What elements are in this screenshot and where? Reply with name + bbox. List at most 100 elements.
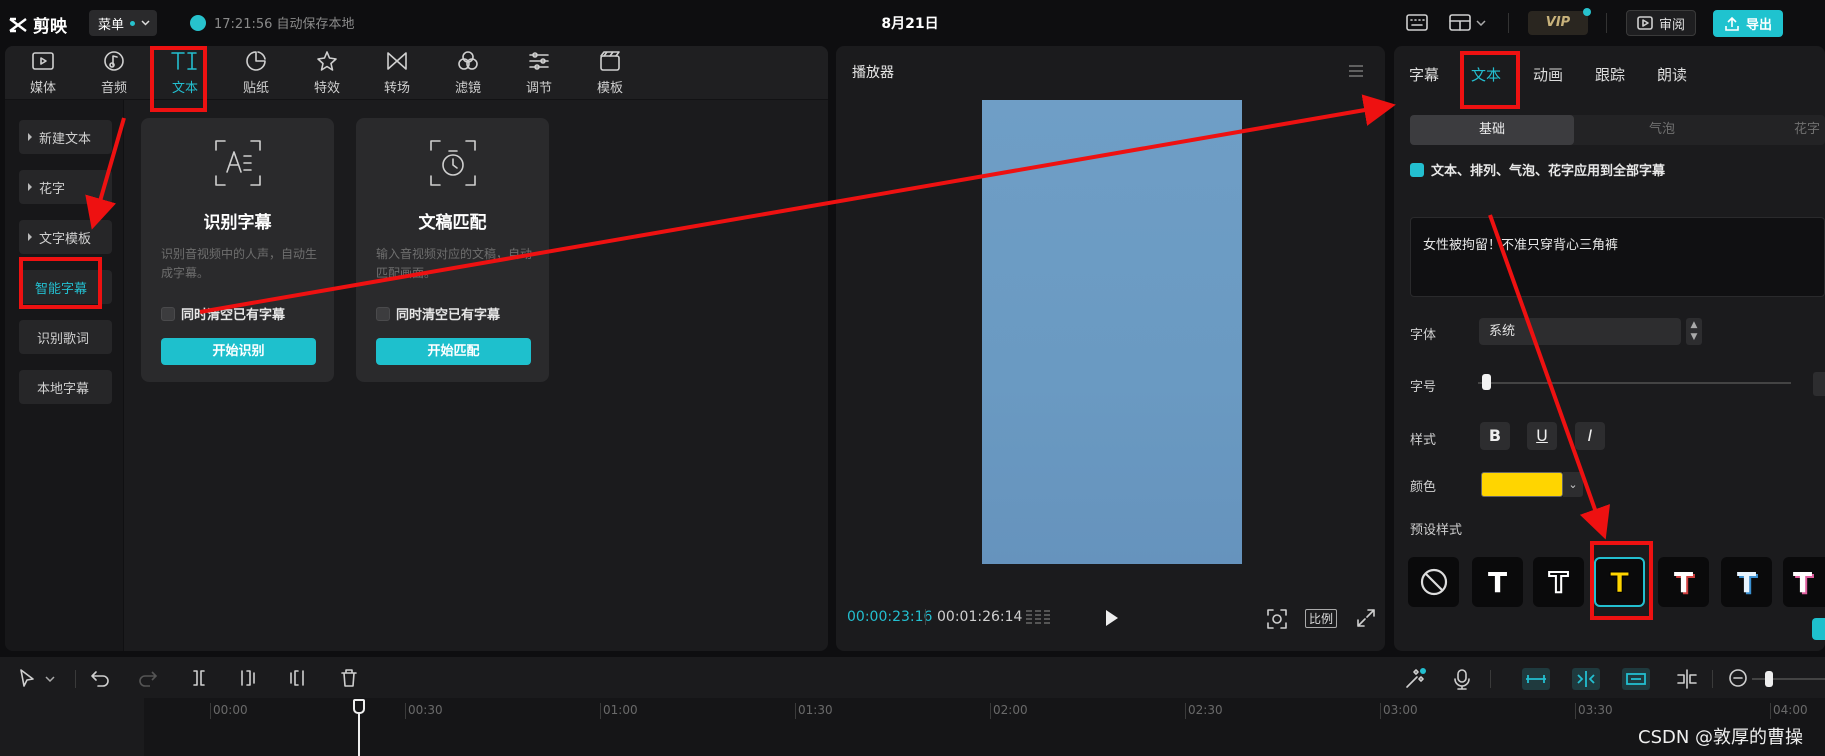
menu-button[interactable]: 菜单 bbox=[89, 10, 157, 36]
sidebar-item-label: 新建文本 bbox=[39, 131, 92, 147]
expand-icon[interactable] bbox=[1357, 609, 1375, 627]
vip-badge[interactable]: VIP bbox=[1528, 8, 1591, 35]
slider-handle[interactable] bbox=[1482, 374, 1491, 390]
apply-all-checkbox[interactable]: 文本、排列、气泡、花字应用到全部字幕 bbox=[1410, 160, 1665, 179]
font-label: 字体 bbox=[1410, 328, 1437, 343]
sidebar-item-text-template[interactable]: 文字模板 bbox=[19, 220, 112, 254]
layout-icon[interactable] bbox=[1449, 14, 1471, 32]
chevron-down-icon[interactable] bbox=[45, 676, 55, 682]
font-stepper[interactable]: ▲ ▼ bbox=[1686, 318, 1702, 345]
trim-left-icon[interactable] bbox=[238, 668, 258, 688]
tab-effects[interactable]: 特效 bbox=[297, 50, 357, 96]
tab-transition[interactable]: 转场 bbox=[367, 50, 427, 96]
tab-label: 调节 bbox=[525, 81, 552, 96]
chevron-down-icon bbox=[141, 20, 150, 26]
tab-adjust[interactable]: 调节 bbox=[509, 50, 569, 96]
ruler-label: 04:00 bbox=[1773, 703, 1808, 717]
microphone-icon[interactable] bbox=[1454, 668, 1470, 690]
apply-button[interactable] bbox=[1812, 618, 1825, 640]
aspect-ratio-button[interactable]: 比例 bbox=[1305, 609, 1338, 628]
preset-none[interactable] bbox=[1408, 557, 1459, 607]
preset-red-shadow[interactable]: T bbox=[1658, 557, 1709, 607]
ruler-tick bbox=[1575, 703, 1576, 719]
script-match-icon bbox=[430, 140, 476, 186]
align-icon[interactable] bbox=[1675, 668, 1699, 690]
tab-audio[interactable]: 音频 bbox=[84, 50, 144, 96]
color-swatch[interactable] bbox=[1481, 472, 1563, 497]
checkbox-checked-icon[interactable] bbox=[1410, 162, 1424, 177]
clear-subtitles-checkbox[interactable]: 同时清空已有字幕 bbox=[161, 304, 285, 323]
inspector-tab-subtitle[interactable]: 字幕 bbox=[1409, 64, 1439, 85]
subtitle-text-input[interactable]: 女性被拘留！不准只穿背心三角裤 bbox=[1410, 217, 1825, 297]
sidebar-item-new-text[interactable]: 新建文本 bbox=[19, 120, 112, 154]
underline-button[interactable]: U bbox=[1527, 422, 1557, 450]
preset-white[interactable]: T bbox=[1472, 557, 1523, 607]
tab-filter[interactable]: 滤镜 bbox=[438, 50, 498, 96]
effects-icon bbox=[317, 51, 337, 71]
review-button[interactable]: 审阅 bbox=[1626, 10, 1696, 36]
trim-right-icon[interactable] bbox=[287, 668, 307, 688]
playhead-handle[interactable] bbox=[353, 699, 365, 714]
video-preview[interactable] bbox=[982, 100, 1242, 564]
sidebar-item-local-subtitle[interactable]: 本地字幕 bbox=[19, 370, 112, 404]
tab-media[interactable]: 媒体 bbox=[13, 50, 73, 96]
color-dropdown[interactable]: ⌄ bbox=[1563, 472, 1583, 497]
snap-toggle[interactable] bbox=[1572, 668, 1600, 690]
card-title: 文稿匹配 bbox=[418, 213, 487, 233]
card-description: 识别音视频中的人声，自动生成字幕。 bbox=[161, 247, 318, 280]
undo-icon[interactable] bbox=[90, 668, 110, 688]
play-icon[interactable] bbox=[1104, 609, 1120, 627]
timeline-ruler[interactable] bbox=[144, 698, 1825, 756]
inspector-tab-read-aloud[interactable]: 朗读 bbox=[1657, 64, 1687, 85]
zoom-slider-handle[interactable] bbox=[1765, 671, 1773, 687]
ruler-label: 00:30 bbox=[408, 703, 443, 717]
divider bbox=[1490, 670, 1491, 688]
save-status-text: 17:21:56 自动保存本地 bbox=[214, 17, 355, 32]
start-recognize-button[interactable]: 开始识别 bbox=[161, 338, 316, 365]
tab-template[interactable]: 模板 bbox=[580, 50, 640, 96]
adjust-icon bbox=[529, 52, 549, 70]
annotation-box-text-inspector-tab bbox=[1460, 51, 1520, 109]
transition-icon bbox=[387, 52, 407, 70]
layout-chevron-icon[interactable] bbox=[1476, 20, 1486, 26]
font-select[interactable]: 系统 bbox=[1479, 318, 1681, 345]
font-size-slider[interactable] bbox=[1478, 382, 1791, 384]
italic-button[interactable]: I bbox=[1575, 422, 1605, 450]
checkbox-box[interactable] bbox=[376, 306, 390, 321]
ruler-label: 02:30 bbox=[1188, 703, 1223, 717]
waveform-icon[interactable] bbox=[1024, 608, 1052, 628]
inspector-tab-tracking[interactable]: 跟踪 bbox=[1595, 64, 1625, 85]
annotation-box-smart-subtitle bbox=[19, 257, 102, 309]
subtab-bubble[interactable]: 气泡 bbox=[1580, 115, 1744, 145]
start-match-button[interactable]: 开始匹配 bbox=[376, 338, 531, 365]
preset-pink-shadow[interactable]: T bbox=[1783, 557, 1825, 607]
delete-icon[interactable] bbox=[339, 668, 359, 688]
subtab-fancy[interactable]: 花字 bbox=[1794, 115, 1825, 145]
zoom-out-icon[interactable] bbox=[1728, 668, 1748, 688]
text-subtabs: 基础 气泡 花字 bbox=[1410, 115, 1825, 145]
subtab-basic[interactable]: 基础 bbox=[1410, 115, 1574, 145]
split-icon[interactable] bbox=[189, 668, 209, 688]
clear-subtitles-checkbox[interactable]: 同时清空已有字幕 bbox=[376, 304, 500, 323]
keyboard-icon[interactable] bbox=[1406, 14, 1428, 32]
link-clips-toggle[interactable] bbox=[1522, 668, 1550, 690]
export-button[interactable]: 导出 bbox=[1713, 10, 1783, 37]
sidebar-item-fancy-text[interactable]: 花字 bbox=[19, 170, 112, 204]
magic-icon[interactable] bbox=[1404, 668, 1426, 690]
sidebar-item-recognize-lyrics[interactable]: 识别歌词 bbox=[19, 320, 112, 354]
menu-icon[interactable] bbox=[1348, 64, 1364, 78]
fullscreen-view-icon[interactable] bbox=[1267, 609, 1287, 629]
tab-sticker[interactable]: 贴纸 bbox=[226, 50, 286, 96]
checkbox-box[interactable] bbox=[161, 306, 175, 321]
ruler-label: 03:30 bbox=[1578, 703, 1613, 717]
redo-icon[interactable] bbox=[138, 668, 158, 688]
preview-axis-toggle[interactable] bbox=[1622, 668, 1650, 690]
preset-outline[interactable]: T bbox=[1533, 557, 1584, 607]
cursor-icon[interactable] bbox=[18, 668, 36, 688]
inspector-tab-animation[interactable]: 动画 bbox=[1533, 64, 1563, 85]
preset-blue-shadow[interactable]: T bbox=[1721, 557, 1772, 607]
media-icon bbox=[32, 52, 54, 70]
zoom-slider[interactable] bbox=[1752, 678, 1825, 680]
font-size-input[interactable] bbox=[1813, 372, 1825, 396]
bold-button[interactable]: B bbox=[1480, 422, 1510, 450]
